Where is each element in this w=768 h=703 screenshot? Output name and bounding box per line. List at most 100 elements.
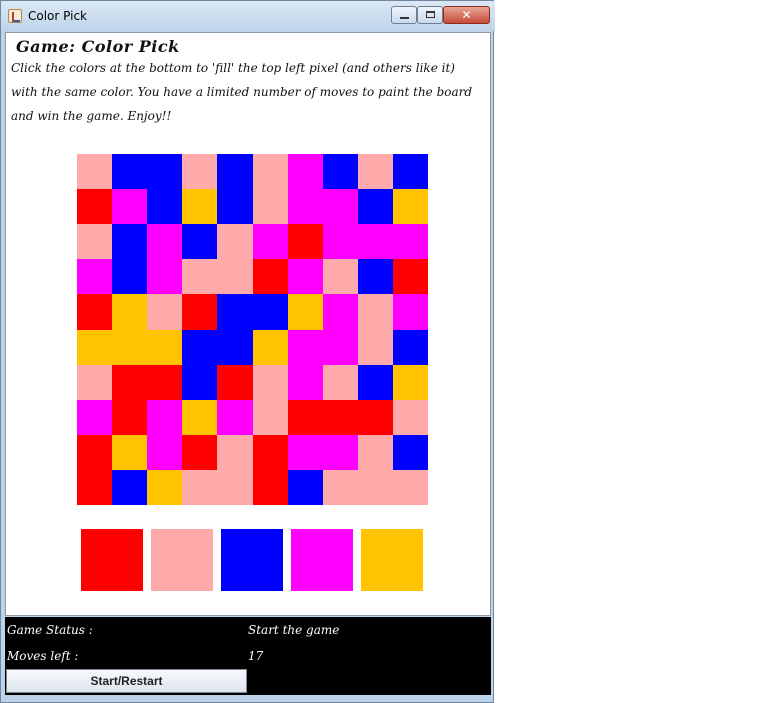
game-status-value: Start the game xyxy=(248,623,340,637)
board-cell xyxy=(217,154,253,189)
board-cell xyxy=(182,470,217,505)
board-cell xyxy=(77,435,112,470)
board-cell xyxy=(112,294,147,330)
moves-left-value: 17 xyxy=(248,649,264,663)
board-cell xyxy=(253,189,288,224)
instruction-line-2: with the same color. You have a limited … xyxy=(11,85,473,99)
game-panel: Game: Color Pick Click the colors at the… xyxy=(5,32,491,616)
board-cell xyxy=(182,400,217,435)
color-swatch-red[interactable] xyxy=(81,529,143,591)
board-cell xyxy=(358,224,393,259)
board-cell xyxy=(112,365,147,400)
board-cell xyxy=(217,365,253,400)
maximize-button[interactable] xyxy=(417,6,443,24)
board-cell xyxy=(358,294,393,330)
board-cell xyxy=(358,400,393,435)
board-cell xyxy=(77,365,112,400)
board-cell xyxy=(77,294,112,330)
board-cell xyxy=(323,259,358,294)
start-restart-button[interactable]: Start/Restart xyxy=(6,669,247,693)
board-cell xyxy=(358,365,393,400)
moves-left-label: Moves left : xyxy=(7,649,79,663)
color-swatch-pink[interactable] xyxy=(151,529,213,591)
instruction-line-1: Click the colors at the bottom to 'fill'… xyxy=(11,61,455,75)
board-cell xyxy=(147,189,182,224)
app-window: Color Pick ✕ Game: Color Pick Click the … xyxy=(0,0,495,703)
board-cell xyxy=(147,400,182,435)
board-cell xyxy=(323,400,358,435)
title-bar[interactable]: Color Pick ✕ xyxy=(1,1,495,31)
board-cell xyxy=(253,330,288,365)
board-cell xyxy=(217,470,253,505)
board-cell xyxy=(217,224,253,259)
board-cell xyxy=(288,365,323,400)
board-cell xyxy=(77,154,112,189)
board-cell xyxy=(112,400,147,435)
board-cell xyxy=(393,259,428,294)
board-cell xyxy=(182,189,217,224)
close-icon: ✕ xyxy=(461,8,472,22)
board-cell xyxy=(288,400,323,435)
board-cell xyxy=(358,189,393,224)
board-cell xyxy=(288,294,323,330)
board-cell xyxy=(182,259,217,294)
board-cell xyxy=(112,189,147,224)
game-title: Game: Color Pick xyxy=(16,37,180,56)
board-cell xyxy=(393,189,428,224)
color-swatch-magenta[interactable] xyxy=(291,529,353,591)
board-cell xyxy=(147,365,182,400)
board-cell xyxy=(147,330,182,365)
board-cell xyxy=(77,259,112,294)
board-cell xyxy=(323,365,358,400)
board-cell xyxy=(323,435,358,470)
board-cell xyxy=(323,224,358,259)
board-cell xyxy=(393,470,428,505)
game-status-label: Game Status : xyxy=(7,623,93,637)
board-cell xyxy=(182,330,217,365)
board-cell xyxy=(112,224,147,259)
status-panel: Game Status : Start the game Moves left … xyxy=(5,617,491,695)
board-cell xyxy=(253,259,288,294)
color-swatch-yellow[interactable] xyxy=(361,529,423,591)
board-cell xyxy=(288,330,323,365)
board-cell xyxy=(358,154,393,189)
board-cell xyxy=(217,330,253,365)
board-cell xyxy=(288,435,323,470)
window-title: Color Pick xyxy=(28,9,87,23)
board-cell xyxy=(288,259,323,294)
board-cell xyxy=(112,154,147,189)
board-cell xyxy=(147,224,182,259)
board-cell xyxy=(358,330,393,365)
board-cell xyxy=(288,154,323,189)
board-cell xyxy=(112,259,147,294)
board-cell xyxy=(112,435,147,470)
board-cell xyxy=(253,400,288,435)
board-cell xyxy=(217,189,253,224)
board-cell xyxy=(323,189,358,224)
board-cell xyxy=(288,189,323,224)
board-cell xyxy=(77,330,112,365)
board-cell xyxy=(323,294,358,330)
board-cell xyxy=(358,259,393,294)
board-cell xyxy=(182,435,217,470)
color-swatch-blue[interactable] xyxy=(221,529,283,591)
board-cell xyxy=(393,294,428,330)
board-cell xyxy=(253,224,288,259)
board-cell xyxy=(288,470,323,505)
board-cell xyxy=(253,435,288,470)
board-cell xyxy=(182,294,217,330)
java-app-icon xyxy=(8,9,22,23)
board-cell xyxy=(182,365,217,400)
close-button[interactable]: ✕ xyxy=(443,6,490,24)
board-cell xyxy=(393,154,428,189)
board-cell xyxy=(217,259,253,294)
board-cell xyxy=(147,259,182,294)
board-cell xyxy=(253,294,288,330)
minimize-button[interactable] xyxy=(391,6,417,24)
instruction-line-3: and win the game. Enjoy!! xyxy=(11,109,172,123)
board-cell xyxy=(358,470,393,505)
board-cell xyxy=(147,470,182,505)
board-cell xyxy=(393,400,428,435)
board-cell xyxy=(253,365,288,400)
board-cell xyxy=(393,365,428,400)
